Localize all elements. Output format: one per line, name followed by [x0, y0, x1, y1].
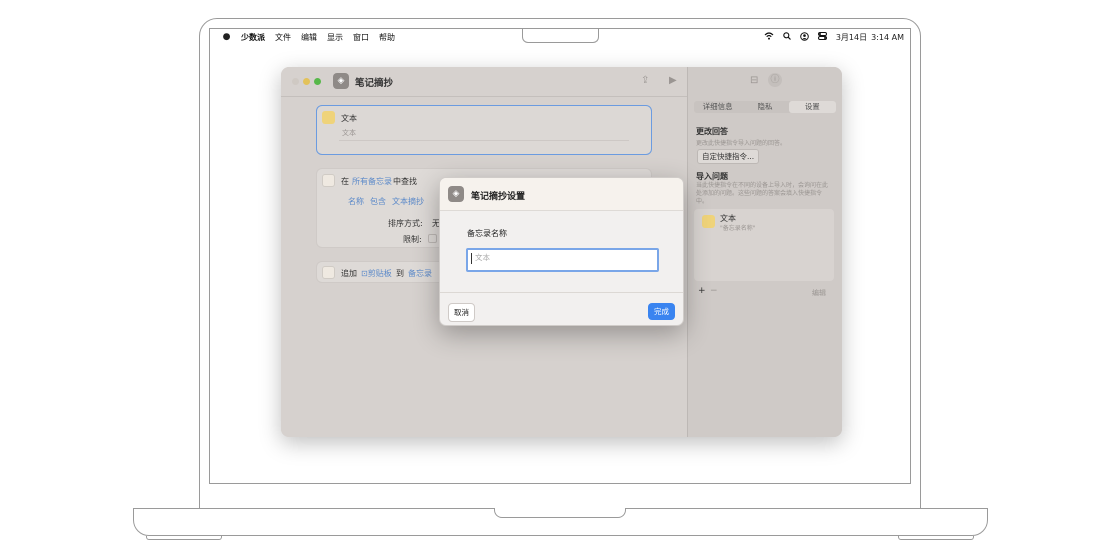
- menu-date[interactable]: 3月14日: [836, 32, 867, 43]
- filter-value-token[interactable]: 文本摘抄: [392, 196, 424, 207]
- panel-tabs: 详细信息 隐私 设置: [694, 101, 836, 113]
- dialog-shortcut-icon: ◈: [448, 186, 464, 202]
- laptop-base-notch: [494, 508, 626, 518]
- menu-window[interactable]: 窗口: [353, 32, 369, 43]
- menu-file[interactable]: 文件: [275, 32, 291, 43]
- menu-help[interactable]: 帮助: [379, 32, 395, 43]
- text-action-placeholder: 文本: [342, 129, 356, 137]
- close-button[interactable]: [292, 78, 299, 85]
- wifi-icon[interactable]: [764, 32, 774, 42]
- cancel-button[interactable]: 取消: [448, 303, 475, 322]
- menu-view[interactable]: 显示: [327, 32, 343, 43]
- append-notes-icon: [322, 266, 335, 279]
- clipboard-icon: ⊡: [361, 269, 368, 278]
- apple-icon[interactable]: ●: [222, 32, 231, 42]
- action-library-icon[interactable]: ⊟: [750, 75, 758, 86]
- find-prefix: 在: [341, 177, 349, 186]
- dialog-footer: 取消 完成: [440, 292, 683, 325]
- shortcut-icon[interactable]: ◈: [333, 73, 349, 89]
- note-name-placeholder: 文本: [475, 253, 490, 262]
- text-action-card[interactable]: 文本 文本: [316, 105, 652, 155]
- find-scope-token[interactable]: 所有备忘录: [352, 176, 392, 187]
- control-center-icon[interactable]: [817, 32, 827, 42]
- change-answer-title: 更改回答: [696, 127, 728, 136]
- tab-privacy[interactable]: 隐私: [741, 101, 788, 113]
- find-suffix: 中查找: [393, 177, 417, 186]
- text-action-title: 文本: [341, 114, 357, 123]
- questions-list: 文本 "备忘录名称": [694, 209, 834, 281]
- menu-app-name[interactable]: 少数派: [241, 32, 265, 43]
- minimize-button[interactable]: [303, 78, 310, 85]
- laptop-hinge: [199, 489, 921, 509]
- menu-edit[interactable]: 编辑: [301, 32, 317, 43]
- text-action-icon: [322, 111, 335, 124]
- import-questions-desc: 当此快捷指令在不同的设备上导入时，会询问在此处添加的问题。这些问题的答案会填入快…: [696, 182, 829, 205]
- filter-op-token[interactable]: 包含: [370, 196, 386, 207]
- menu-time[interactable]: 3:14 AM: [871, 33, 904, 42]
- settings-panel: ⊟ ⓘ 详细信息 隐私 设置 更改回答 更改此快捷指令导入问题的回答。 自定快捷…: [687, 67, 842, 437]
- note-name-input[interactable]: 文本: [466, 248, 659, 272]
- sort-label: 排序方式:: [388, 219, 423, 228]
- camera-notch: [522, 29, 599, 43]
- append-target-token[interactable]: 备忘录: [408, 268, 432, 279]
- settings-dialog: ◈ 笔记摘抄设置 备忘录名称 文本 取消 完成: [439, 177, 684, 326]
- tab-settings[interactable]: 设置: [788, 101, 836, 113]
- customize-shortcut-button[interactable]: 自定快捷指令...: [697, 149, 760, 164]
- import-questions-title: 导入问题: [696, 172, 728, 181]
- change-answer-desc: 更改此快捷指令导入问题的回答。: [696, 140, 787, 147]
- append-content-token[interactable]: ⊡剪贴板: [361, 268, 392, 279]
- limit-label: 限制:: [403, 235, 422, 244]
- dialog-title: 笔记摘抄设置: [471, 192, 526, 202]
- edit-questions-button[interactable]: 编辑: [812, 288, 826, 298]
- share-icon[interactable]: ⇪: [641, 75, 649, 86]
- menu-status-area: 3月14日 3:14 AM: [755, 29, 904, 45]
- add-question-button[interactable]: +: [698, 286, 706, 296]
- append-content-label: 剪贴板: [367, 269, 392, 278]
- screen: ● 少数派 文件 编辑 显示 窗口 帮助 3月14日 3:14 AM ◈ 笔记摘…: [209, 28, 911, 484]
- question-item-icon: [702, 215, 715, 228]
- filter-name-token[interactable]: 名称: [348, 196, 364, 207]
- note-name-label: 备忘录名称: [467, 229, 507, 238]
- append-middle: 到: [396, 269, 404, 278]
- dialog-header: ◈ 笔记摘抄设置: [440, 178, 683, 211]
- play-icon[interactable]: ▶: [669, 75, 677, 86]
- title-bar: ◈ 笔记摘抄 ⇪ ▶: [281, 67, 687, 97]
- laptop-foot-right: [898, 536, 974, 540]
- zoom-button[interactable]: [314, 78, 321, 85]
- notes-app-icon: [322, 174, 335, 187]
- question-item-sub: "备忘录名称": [720, 225, 756, 232]
- done-button[interactable]: 完成: [648, 303, 675, 320]
- user-icon[interactable]: [800, 31, 809, 43]
- limit-toggle[interactable]: [428, 234, 437, 243]
- text-action-field[interactable]: 文本: [339, 127, 629, 141]
- window-title: 笔记摘抄: [355, 78, 394, 89]
- laptop-foot-left: [146, 536, 222, 540]
- append-prefix: 追加: [341, 269, 357, 278]
- remove-question-button[interactable]: −: [710, 286, 718, 296]
- info-icon[interactable]: ⓘ: [768, 73, 782, 87]
- search-icon[interactable]: [783, 32, 791, 42]
- tab-details[interactable]: 详细信息: [694, 101, 741, 113]
